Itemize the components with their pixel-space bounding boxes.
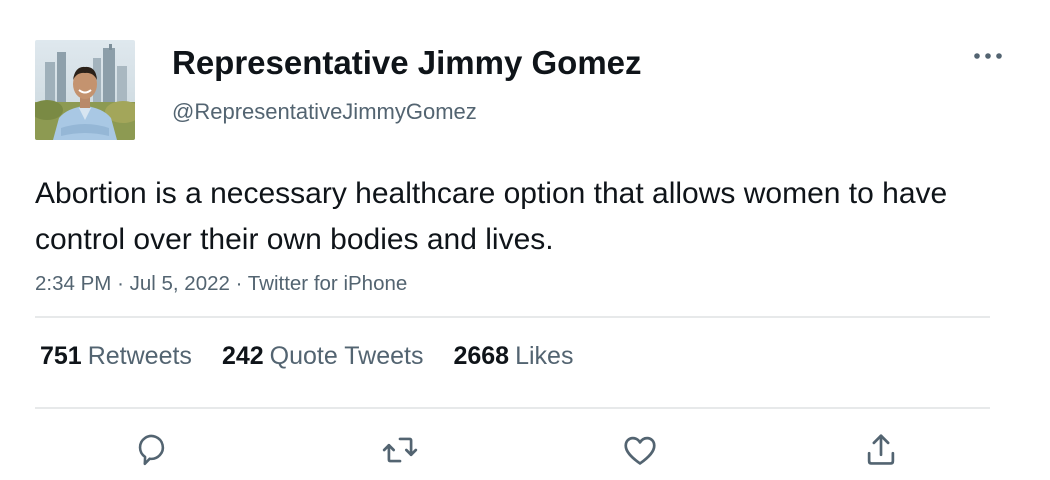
meta-separator: · bbox=[117, 272, 124, 295]
tweet-card: Representative Jimmy Gomez @Representati… bbox=[0, 0, 1050, 480]
reply-icon bbox=[138, 434, 165, 466]
avatar[interactable] bbox=[35, 40, 135, 140]
divider bbox=[35, 316, 990, 318]
quote-tweets-count: 242 bbox=[221, 342, 264, 370]
like-icon bbox=[624, 436, 656, 465]
more-icon bbox=[974, 53, 1002, 59]
like-button[interactable] bbox=[618, 428, 662, 472]
user-handle[interactable]: @RepresentativeJimmyGomez bbox=[172, 99, 477, 125]
retweets-label: Retweets bbox=[87, 342, 192, 370]
tweet-date[interactable]: Jul 5, 2022 bbox=[130, 272, 230, 295]
more-options-button[interactable] bbox=[970, 44, 1006, 68]
meta-separator: · bbox=[235, 272, 243, 295]
reply-button[interactable] bbox=[133, 428, 177, 472]
likes-count: 2668 bbox=[453, 342, 510, 370]
retweet-button[interactable] bbox=[378, 428, 422, 472]
divider bbox=[35, 407, 990, 409]
tweet-text: Abortion is a necessary healthcare optio… bbox=[35, 177, 948, 256]
tweet-source[interactable]: Twitter for iPhone bbox=[248, 272, 408, 295]
tweet-metadata: 2:34 PM · Jul 5, 2022 · Twitter for iPho… bbox=[35, 272, 407, 296]
tweet-time[interactable]: 2:34 PM bbox=[35, 272, 111, 295]
likes-stat[interactable]: 2668 Likes bbox=[453, 342, 573, 371]
quote-tweets-label: Quote Tweets bbox=[269, 342, 424, 370]
retweets-stat[interactable]: 751 Retweets bbox=[40, 342, 192, 371]
likes-label: Likes bbox=[515, 342, 574, 370]
display-name[interactable]: Representative Jimmy Gomez bbox=[172, 44, 642, 82]
share-icon bbox=[867, 434, 895, 465]
retweet-icon bbox=[382, 437, 418, 463]
engagement-stats: 751 Retweets 242 Quote Tweets 2668 Likes bbox=[40, 342, 573, 371]
avatar-photo bbox=[35, 40, 135, 140]
retweets-count: 751 bbox=[40, 342, 82, 370]
quote-tweets-stat[interactable]: 242 Quote Tweets bbox=[222, 342, 424, 371]
share-button[interactable] bbox=[859, 428, 903, 472]
